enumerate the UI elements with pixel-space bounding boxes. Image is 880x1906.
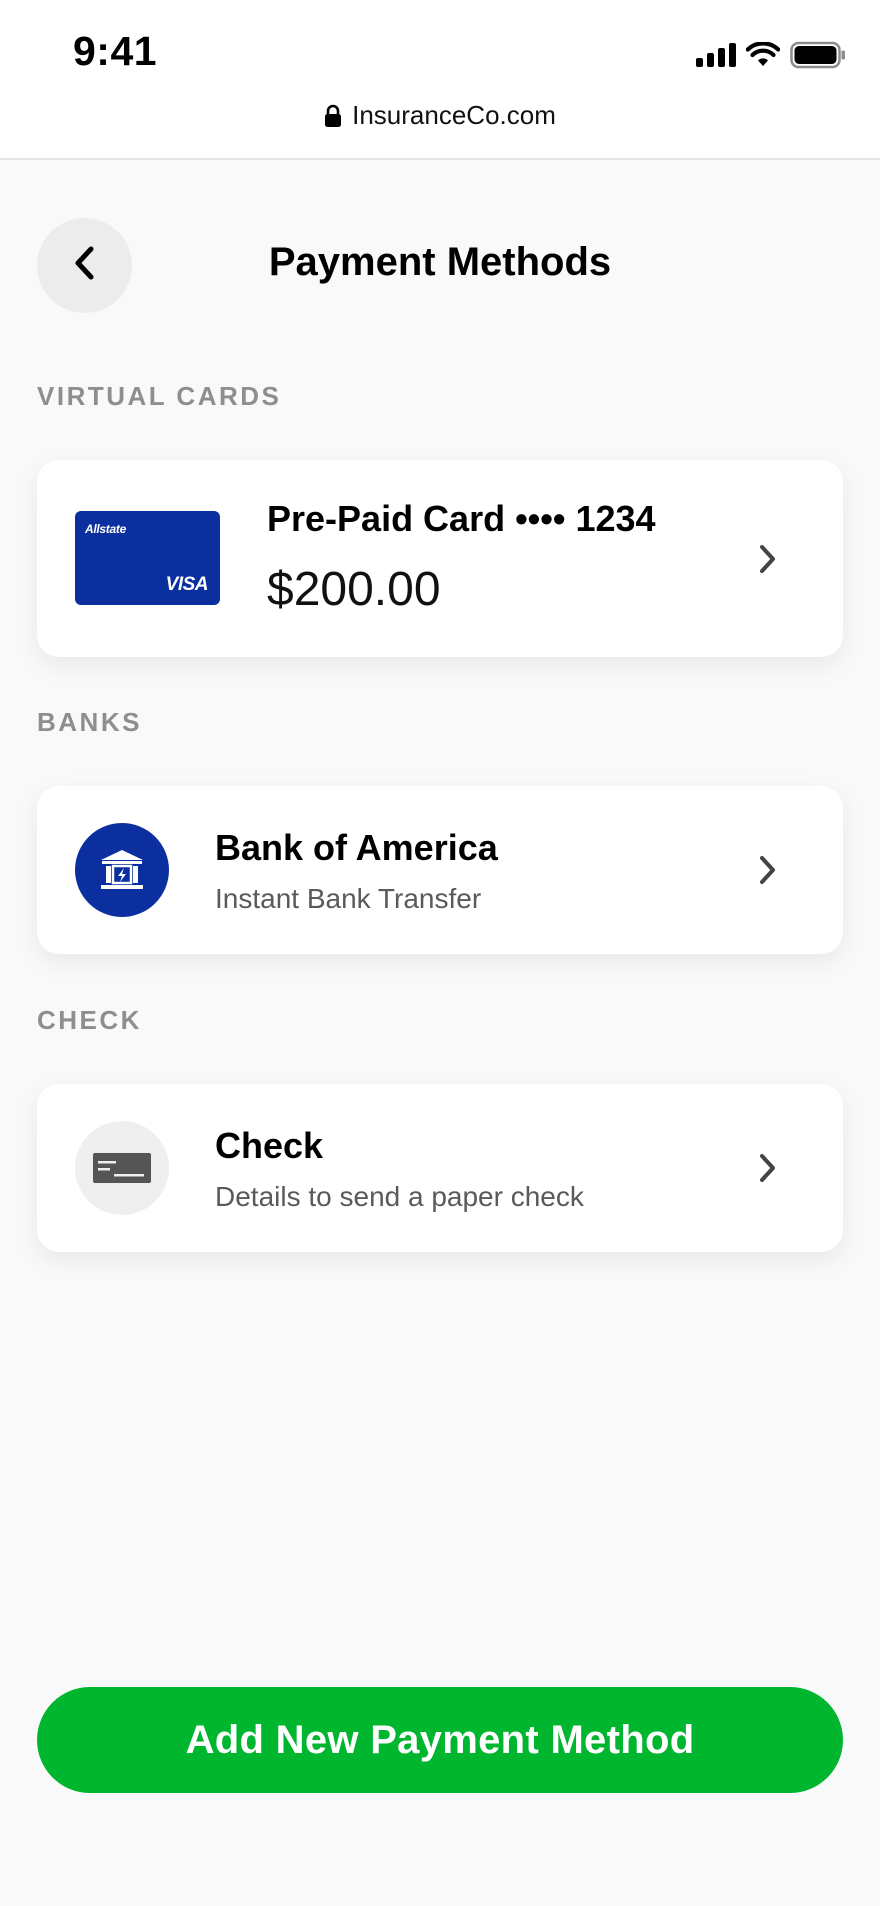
section-label-virtual-cards: VIRTUAL CARDS [37, 381, 282, 411]
virtual-card-title: Pre-Paid Card •••• 1234 [267, 498, 656, 539]
check-icon [75, 1121, 169, 1215]
url-bar[interactable]: InsuranceCo.com [0, 100, 880, 131]
bank-icon [75, 823, 169, 917]
card-brand-logo: Allstate [85, 522, 126, 536]
virtual-card-row[interactable]: Allstate VISA Pre-Paid Card •••• 1234 $2… [37, 460, 843, 657]
bank-subtitle: Instant Bank Transfer [215, 883, 482, 914]
bank-row[interactable]: Bank of America Instant Bank Transfer [37, 786, 843, 954]
prepaid-card-image: Allstate VISA [75, 511, 220, 605]
section-label-check: CHECK [37, 1005, 142, 1035]
check-subtitle: Details to send a paper check [215, 1181, 584, 1212]
phone-screen: 9:41 InsuranceCo.com Payment Methods VIR… [0, 0, 880, 1906]
wifi-icon [746, 42, 780, 68]
url-text: InsuranceCo.com [352, 100, 556, 130]
virtual-card-balance: $200.00 [267, 563, 441, 616]
bank-name: Bank of America [215, 827, 498, 868]
lock-icon [324, 104, 342, 128]
chevron-right-icon [759, 1153, 777, 1183]
page-title: Payment Methods [268, 240, 612, 284]
battery-icon [790, 41, 846, 69]
chevron-right-icon [759, 855, 777, 885]
browser-chrome: 9:41 InsuranceCo.com [0, 0, 880, 160]
visa-logo: VISA [165, 574, 209, 595]
chevron-right-icon [759, 544, 777, 574]
add-payment-method-button[interactable]: Add New Payment Method [37, 1687, 843, 1793]
section-label-banks: BANKS [37, 707, 142, 737]
check-row[interactable]: Check Details to send a paper check [37, 1084, 843, 1252]
status-icons [696, 38, 846, 72]
check-title: Check [215, 1125, 324, 1166]
status-time: 9:41 [73, 28, 158, 74]
signal-icon [696, 43, 736, 67]
